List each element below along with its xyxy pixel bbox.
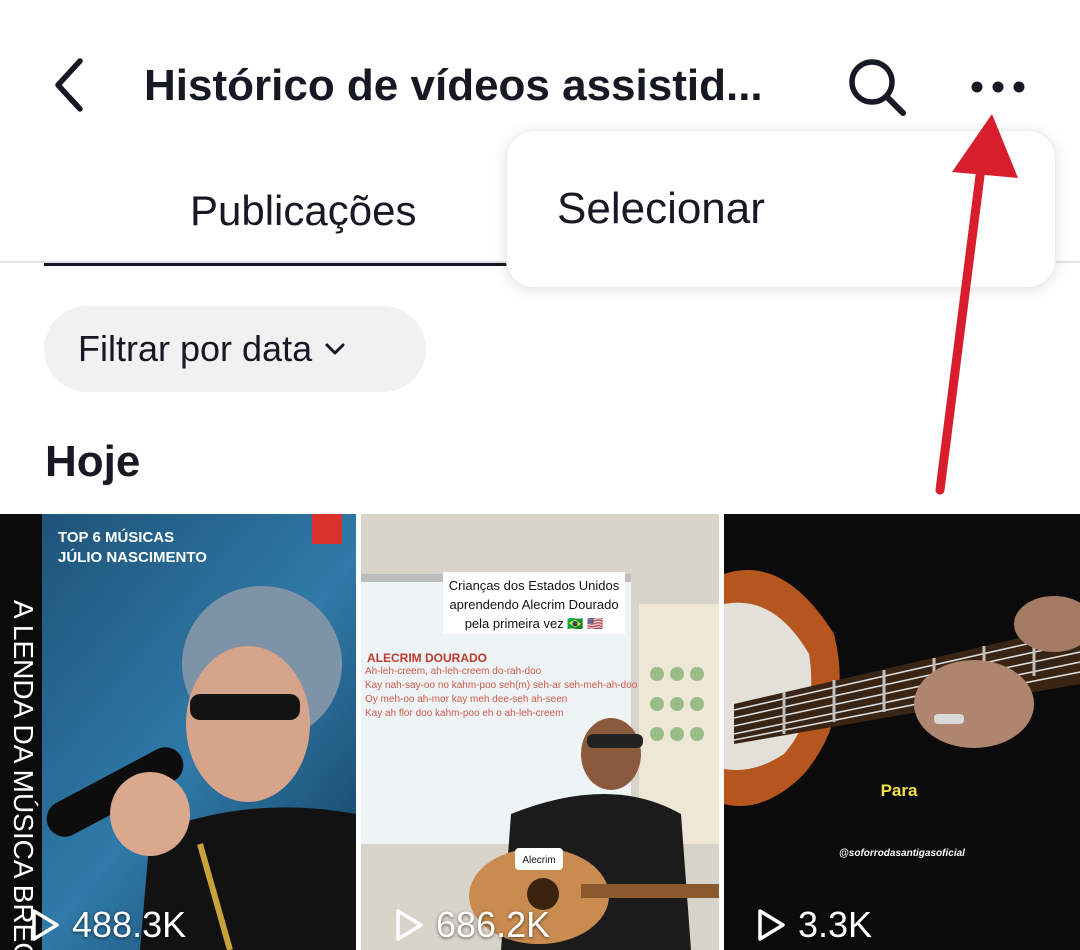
tab-label: Publicações (190, 187, 417, 234)
chevron-down-icon (325, 343, 345, 355)
classroom-thumbnail-image: ALECRIM DOURADO Ah-leh-creem, ah-leh-cre… (361, 514, 719, 950)
svg-text:Alecrim: Alecrim (522, 855, 555, 866)
view-count: 488.3K (30, 900, 186, 950)
svg-text:@soforrodasantigasoficial: @soforrodasantigasoficial (839, 848, 965, 859)
overlay-title-line: TOP 6 MÚSICAS (58, 528, 174, 546)
side-vertical-text: A LENDA DA MÚSICA BREGA (8, 600, 39, 950)
back-button[interactable] (44, 52, 94, 118)
filter-label: Filtrar por data (78, 328, 313, 369)
video-thumbnail[interactable]: ALECRIM DOURADO Ah-leh-creem, ah-leh-cre… (361, 514, 719, 950)
date-filter-button[interactable]: Filtrar por data (44, 306, 426, 392)
menu-item-label: Selecionar (557, 184, 765, 233)
svg-text:Crianças dos Estados Unidos: Crianças dos Estados Unidos (449, 578, 620, 593)
page-title: Histórico de vídeos assistid... (144, 61, 763, 110)
svg-text:ALECRIM DOURADO: ALECRIM DOURADO (367, 651, 487, 665)
view-count: 3.3K (756, 900, 872, 950)
guitar-thumbnail-image: Para @soforrodasantigasoficial (724, 514, 1080, 950)
video-thumbnail[interactable]: Para @soforrodasantigasoficial (724, 514, 1080, 950)
menu-item-select[interactable]: Selecionar (507, 131, 1055, 287)
chevron-left-icon (55, 58, 83, 112)
play-icon (396, 909, 423, 941)
concert-thumbnail-image: TOP 6 MÚSICAS JÚLIO NASCIMENTO A LENDA D… (0, 514, 356, 950)
svg-text:Oy meh-oo ah-mor kay meh dee-s: Oy meh-oo ah-mor kay meh dee-seh ah-seen (365, 694, 567, 705)
search-icon (849, 59, 906, 116)
play-icon (758, 909, 785, 941)
video-thumbnail[interactable]: TOP 6 MÚSICAS JÚLIO NASCIMENTO A LENDA D… (0, 514, 356, 950)
play-icon (32, 909, 59, 941)
svg-text:Kay nah-say-oo no kahm-poo seh: Kay nah-say-oo no kahm-poo seh(m) seh-ar… (365, 680, 638, 691)
more-options-button[interactable] (964, 62, 1032, 112)
view-count: 686.2K (394, 900, 550, 950)
svg-text:Ah-leh-creem, ah-leh-creem do-: Ah-leh-creem, ah-leh-creem do-rah-doo (365, 666, 542, 677)
svg-text:Kay ah flor doo kahm-poo eh o: Kay ah flor doo kahm-poo eh o ah-leh-cre… (365, 708, 563, 719)
options-menu: Selecionar (506, 130, 1056, 288)
section-title: Hoje (45, 437, 141, 486)
view-count-value: 488.3K (72, 904, 187, 945)
view-count-value: 3.3K (798, 904, 873, 945)
svg-text:pela primeira vez 🇧🇷 🇺🇸: pela primeira vez 🇧🇷 🇺🇸 (465, 616, 604, 631)
overlay-title-line: JÚLIO NASCIMENTO (58, 548, 207, 566)
svg-text:Para: Para (881, 781, 918, 800)
search-button[interactable] (842, 54, 912, 120)
more-horizontal-icon (971, 81, 1025, 93)
tab-publicacoes[interactable]: Publicações (44, 178, 584, 266)
svg-text:aprendendo Alecrim Dourado: aprendendo Alecrim Dourado (449, 597, 618, 612)
view-count-value: 686.2K (436, 904, 551, 945)
